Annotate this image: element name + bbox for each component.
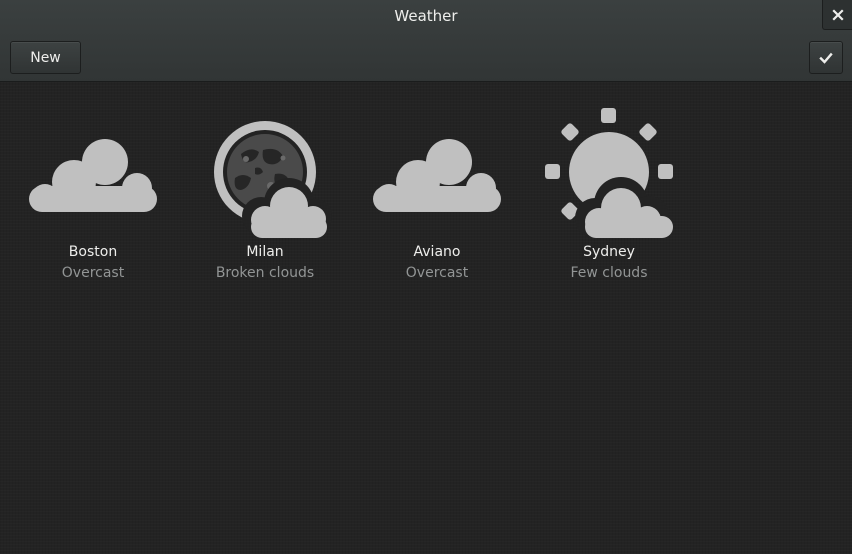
- new-button[interactable]: New: [10, 41, 81, 74]
- condition-label: Broken clouds: [215, 265, 315, 281]
- done-button[interactable]: [809, 41, 843, 74]
- condition-label: Overcast: [61, 265, 125, 281]
- close-button[interactable]: [822, 0, 852, 30]
- night-broken-clouds-icon: [214, 121, 332, 238]
- condition-label: Few clouds: [570, 265, 648, 281]
- weather-window: Weather New Boston Overcast Milan Broken…: [0, 0, 852, 554]
- overcast-cloud-icon: [373, 139, 501, 212]
- close-icon: [831, 8, 844, 21]
- headerbar: Weather New: [0, 0, 852, 82]
- city-name: Milan: [246, 244, 284, 260]
- window-title: Weather: [394, 7, 458, 25]
- city-name: Sydney: [583, 244, 635, 260]
- overcast-cloud-icon: [29, 139, 157, 212]
- city-name: Boston: [68, 244, 118, 260]
- checkmark-icon: [819, 52, 833, 64]
- city-name: Aviano: [413, 244, 461, 260]
- condition-label: Overcast: [405, 265, 469, 281]
- sun-few-clouds-icon: [545, 108, 673, 238]
- locations-grid: Boston Overcast Milan Broken clouds Avia…: [0, 82, 852, 554]
